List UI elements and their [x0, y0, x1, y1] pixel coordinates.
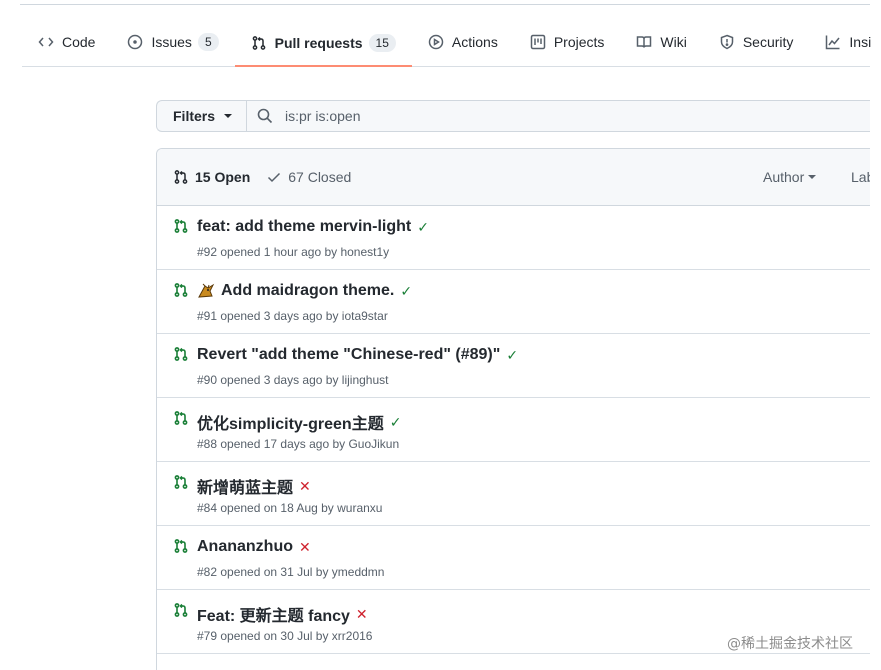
- pr-title-line: 新增萌蓝主题 ✕: [197, 474, 311, 498]
- pr-meta: #92 opened 1 hour ago by honest1y: [197, 245, 390, 259]
- tab-actions[interactable]: Actions: [412, 20, 514, 64]
- search-box: [246, 100, 870, 132]
- pr-meta: #90 opened 3 days ago by lijinghust: [197, 373, 389, 387]
- tab-projects[interactable]: Projects: [514, 20, 621, 64]
- pull-request-open-icon: [174, 411, 188, 425]
- watermark: @稀土掘金技术社区: [727, 636, 853, 652]
- tab-pull-requests-label: Pull requests: [274, 34, 363, 51]
- pull-request-open-icon: [174, 219, 188, 233]
- open-filter-link[interactable]: 15 Open: [173, 169, 250, 185]
- check-icon: [268, 172, 281, 183]
- pull-request-open-icon: [174, 603, 188, 617]
- pr-open-icon-wrap: [173, 282, 189, 298]
- pr-open-icon-wrap: [173, 218, 189, 234]
- project-icon: [530, 34, 546, 50]
- issues-counter: 5: [197, 33, 219, 51]
- pr-title-line: Feat: 更新主题 fancy ✕: [197, 602, 368, 626]
- pull-request-row[interactable]: 优化simplicity-green主题 ✓ #88 opened 17 days …: [157, 398, 870, 462]
- pr-open-icon-wrap: [173, 410, 189, 426]
- closed-filter-link[interactable]: 67 Closed: [266, 169, 351, 185]
- pr-title-line: feat: add theme mervin-light ✓: [197, 218, 429, 236]
- x-status-icon[interactable]: ✕: [356, 606, 368, 623]
- pull-request-open-icon: [174, 539, 188, 553]
- pull-request-row[interactable]: 新增萌蓝主题 ✕ #84 opened on 18 Aug by wuranxu: [157, 462, 870, 526]
- pull-request-open-icon: [174, 475, 188, 489]
- labels-filter-label: Lab: [851, 169, 870, 185]
- check-status-icon[interactable]: ✓: [390, 414, 402, 431]
- search-icon: [257, 108, 273, 124]
- shield-icon: [720, 34, 734, 50]
- author-filter-label: Author: [763, 169, 805, 185]
- tab-security[interactable]: Security: [703, 20, 810, 64]
- code-icon: [38, 37, 54, 47]
- pull-request-list: 15 Open 67 Closed Author Lab feat: add t…: [156, 148, 870, 670]
- pr-meta: #88 opened 17 days ago by GuoJikun: [197, 437, 400, 451]
- check-status-icon[interactable]: ✓: [400, 283, 412, 300]
- pull-request-icon: [252, 35, 265, 50]
- pull-requests-counter: 15: [368, 33, 396, 52]
- pr-title-link[interactable]: 新增萌蓝主题: [197, 474, 293, 498]
- pr-title-line: Add maidragon theme. ✓: [197, 282, 412, 300]
- pr-title-link[interactable]: Add maidragon theme.: [221, 282, 394, 300]
- filter-bar: Filters: [156, 100, 870, 132]
- pr-title-link[interactable]: 优化simplicity-green主题: [197, 410, 384, 434]
- pr-open-icon-wrap: [173, 602, 189, 618]
- closed-count-label: 67 Closed: [288, 169, 352, 185]
- pr-open-icon-wrap: [173, 538, 189, 554]
- tab-insights-label: Insi: [849, 34, 872, 50]
- pr-open-icon-wrap: [173, 474, 189, 490]
- tab-actions-label: Actions: [451, 34, 498, 50]
- pr-meta: #84 opened on 18 Aug by wuranxu: [197, 501, 383, 515]
- filters-label: Filters: [173, 108, 216, 124]
- pull-request-row[interactable]: feat: add theme mervin-light ✓ #92 opened …: [157, 206, 870, 270]
- author-filter[interactable]: Author: [763, 169, 817, 185]
- tab-issues[interactable]: Issues 5: [111, 20, 234, 64]
- pr-title-link[interactable]: Feat: 更新主题 fancy: [197, 602, 350, 626]
- pr-meta: #91 opened 3 days ago by iota9star: [197, 309, 388, 323]
- tab-wiki-label: Wiki: [660, 34, 687, 50]
- graph-icon: [826, 35, 841, 50]
- filters-button[interactable]: Filters: [156, 100, 247, 132]
- pr-title-link[interactable]: Revert "add theme "Chinese-red" (#89)": [197, 346, 500, 364]
- check-status-icon[interactable]: ✓: [417, 219, 429, 236]
- pr-meta: #82 opened on 31 Jul by ymeddmn: [197, 565, 385, 579]
- open-count-label: 15 Open: [195, 169, 251, 185]
- pr-open-icon-wrap: [173, 346, 189, 362]
- pull-request-open-icon: [174, 283, 188, 297]
- x-status-icon[interactable]: ✕: [299, 539, 311, 556]
- caret-down-icon: [224, 114, 233, 118]
- check-status-icon[interactable]: ✓: [506, 347, 518, 364]
- pull-request-rows: feat: add theme mervin-light ✓ #92 opened …: [157, 206, 870, 654]
- pull-request-row[interactable]: Anananzhuo ✕ #82 opened on 31 Jul by ymedd…: [157, 526, 870, 590]
- tab-code-label: Code: [62, 34, 96, 50]
- list-header: 15 Open 67 Closed Author Lab: [157, 149, 870, 206]
- caret-down-icon: [808, 175, 817, 179]
- pr-title-line: Anananzhuo ✕: [197, 538, 311, 556]
- pr-title-link[interactable]: Anananzhuo: [197, 538, 293, 556]
- tab-security-label: Security: [742, 34, 794, 50]
- issue-icon: [128, 34, 143, 50]
- pull-request-open-icon: [174, 347, 188, 361]
- pull-request-row[interactable]: Add maidragon theme. ✓ #91 opened 3 days a…: [157, 270, 870, 334]
- tab-issues-label: Issues: [151, 34, 192, 50]
- book-icon: [637, 36, 652, 48]
- pull-request-row[interactable]: Revert "add theme "Chinese-red" (#89)" ✓ #…: [157, 334, 870, 398]
- labels-filter[interactable]: Lab: [851, 169, 870, 185]
- tab-insights[interactable]: Insi: [809, 20, 881, 64]
- play-icon: [428, 34, 444, 50]
- tab-wiki[interactable]: Wiki: [620, 20, 702, 64]
- pr-title-line: 优化simplicity-green主题 ✓: [197, 410, 401, 434]
- search-input[interactable]: [283, 107, 688, 125]
- x-status-icon[interactable]: ✕: [299, 478, 311, 495]
- repo-nav-tabs: Code Issues 5 Pull requests 15 Actions P…: [22, 20, 871, 67]
- pull-request-icon: [174, 170, 188, 184]
- top-border: [20, 0, 870, 5]
- tab-code[interactable]: Code: [22, 20, 111, 64]
- dragon-emoji-icon: [198, 283, 215, 298]
- tab-pull-requests[interactable]: Pull requests 15: [234, 20, 412, 67]
- pr-title-link[interactable]: feat: add theme mervin-light: [197, 218, 411, 236]
- pr-title-line: Revert "add theme "Chinese-red" (#89)" ✓: [197, 346, 518, 364]
- tab-projects-label: Projects: [553, 34, 605, 50]
- pr-meta: #79 opened on 30 Jul by xrr2016: [197, 629, 373, 643]
